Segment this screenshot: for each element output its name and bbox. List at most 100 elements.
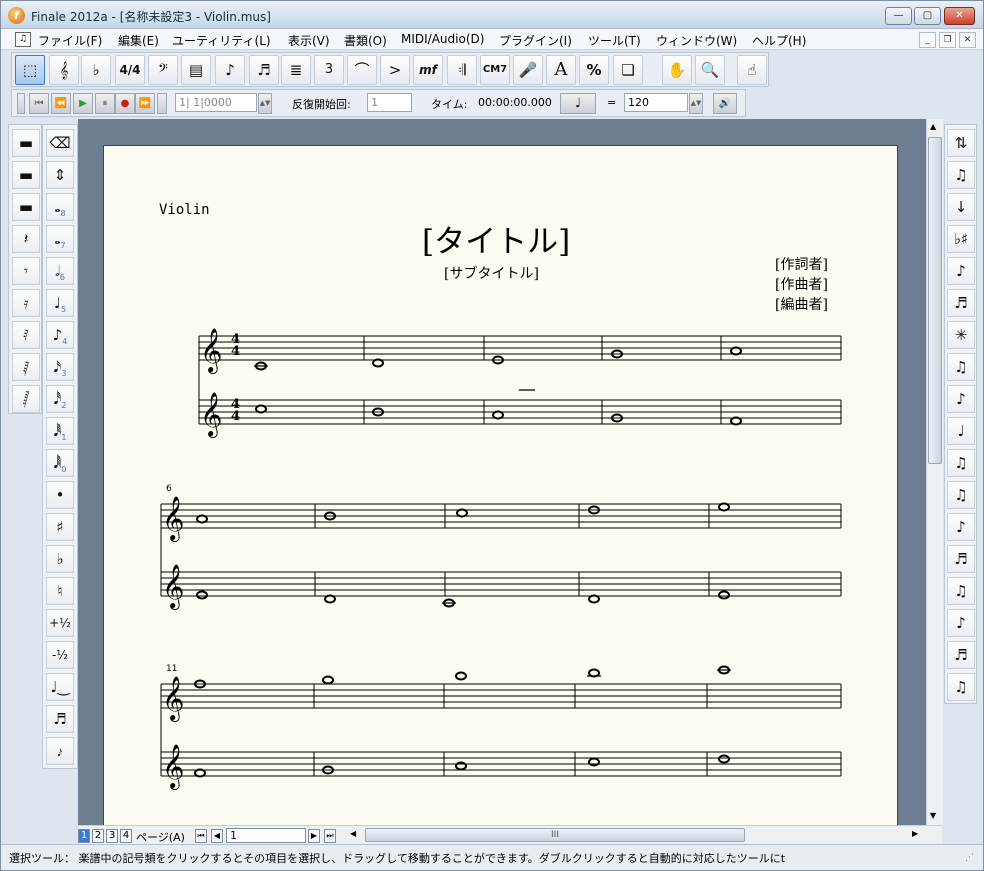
beam-4-icon[interactable]: ♫ [947,577,975,605]
drag-icon[interactable]: ♫ [947,449,975,477]
mdi-restore-button[interactable]: ❐ [939,32,956,48]
position-spinner[interactable]: ▲▼ [258,93,272,114]
play-icon[interactable]: ▶ [73,93,93,114]
menu-document[interactable]: 書類(O) [344,32,387,49]
mdi-minimize-button[interactable]: _ [919,32,936,48]
grace-note-icon[interactable]: ♬ [46,705,74,733]
scroll-down-icon[interactable]: ▼ [930,811,936,820]
menu-plugins[interactable]: プラグイン(I) [499,32,572,49]
128th-note-icon[interactable]: 𝅘𝅥𝅲0 [46,449,74,477]
flat-icon[interactable]: ♭ [46,545,74,573]
eighth-note-icon[interactable]: ♪4 [46,321,74,349]
staff-tool-icon[interactable]: 𝄞 [49,55,79,85]
position-field[interactable]: 1| 1|0000 [175,93,257,112]
scroll-left-icon[interactable]: ◀ [350,829,356,838]
page-2-button[interactable]: 2 [92,829,104,843]
score-page[interactable]: Violin [タイトル] [サブタイトル] [作詞者] [作曲者] [編曲者]… [103,145,898,825]
vertical-scrollbar[interactable]: ▲ ▼ [926,119,943,825]
menu-tools[interactable]: ツール(T) [588,32,641,49]
page-4-button[interactable]: 4 [120,829,132,843]
dot-icon[interactable]: • [46,481,74,509]
beam-extend-icon[interactable]: ♬ [947,289,975,317]
eighth-rest-icon[interactable]: 𝄾 [12,257,40,285]
grace-slash-icon[interactable]: 𝆔 [46,737,74,765]
mass-edit-tool-icon[interactable]: ☝ [737,55,767,85]
clef-tool-icon[interactable]: 𝄢 [148,55,178,85]
menu-help[interactable]: ヘルプ(H) [752,32,806,49]
beam-3-icon[interactable]: ♬ [947,545,975,573]
feather-icon[interactable]: ♫ [947,353,975,381]
sixteenth-note-icon[interactable]: 𝅘𝅥𝅯3 [46,353,74,381]
scroll-up-icon[interactable]: ▲ [930,122,936,131]
layer-tool-icon[interactable]: ≣ [281,55,311,85]
tie-palette-icon[interactable]: ♩ [947,417,975,445]
forward-end-icon[interactable] [157,93,167,114]
enharmonic-icon[interactable]: ♭♯ [947,225,975,253]
cross-staff-icon[interactable]: ↓ [947,193,975,221]
speaker-icon[interactable]: 🔊 [713,93,737,114]
page-input[interactable]: 1 [226,828,306,843]
flatten-beam-icon[interactable]: ✳ [947,321,975,349]
menu-midi-audio[interactable]: MIDI/Audio(D) [401,32,484,46]
selection-tool-icon[interactable]: ⬚ [15,55,45,85]
horizontal-scroll-thumb[interactable]: III [365,828,745,842]
whole-rest-2-icon[interactable]: ▬ [12,193,40,221]
cue-icon[interactable]: ♪ [947,385,975,413]
vertical-scroll-thumb[interactable] [928,137,942,464]
quarter-rest-icon[interactable]: 𝄽 [12,225,40,253]
whole-note-icon[interactable]: 𝅝8 [46,193,74,221]
32nd-note-icon[interactable]: 𝅘𝅥𝅰2 [46,385,74,413]
fast-forward-icon[interactable]: ⏩ [135,93,155,114]
hand-grabber-tool-icon[interactable]: ✋ [662,55,692,85]
tie-icon[interactable]: ♩‿ [46,673,74,701]
repeat-tool-icon[interactable]: 𝄇 [447,55,477,85]
articulation-tool-icon[interactable]: > [380,55,410,85]
menu-edit[interactable]: 編集(E) [118,32,159,49]
pause-icon[interactable]: ⏸ [95,93,115,114]
zoom-tool-icon[interactable]: 🔍 [695,55,725,85]
plus-half-icon[interactable]: +½ [46,609,74,637]
eraser-icon[interactable]: ⌫ [46,129,74,157]
beam-7-icon[interactable]: ♫ [947,673,975,701]
menu-utilities[interactable]: ユーティリティ(L) [172,32,271,49]
title-bar[interactable]: f Finale 2012a - [名称未設定3 - Violin.mus] —… [1,1,983,29]
half-note-icon[interactable]: 𝅗𝅥6 [46,257,74,285]
beam-1-icon[interactable]: ♫ [947,481,975,509]
resize-tool-icon[interactable]: % [579,55,609,85]
next-page-icon[interactable]: ▶ [308,829,320,843]
expression-tool-icon[interactable]: mf [413,55,443,85]
repeat-start-select[interactable]: 1 [367,93,412,112]
128th-rest-icon[interactable]: 𝅂 [12,385,40,413]
64th-rest-icon[interactable]: 𝅁 [12,353,40,381]
sharp-icon[interactable]: ♯ [46,513,74,541]
maximize-button[interactable]: ▢ [914,7,941,25]
tempo-spinner[interactable]: ▲▼ [689,93,703,114]
rewind-start-icon[interactable]: ⏮ [29,93,49,114]
tuplet-tool-icon[interactable]: 3 [314,55,344,85]
resize-grip-icon[interactable]: ⋰ [965,853,979,867]
key-signature-tool-icon[interactable]: ♭ [81,55,111,85]
beam-5-icon[interactable]: ♪ [947,609,975,637]
close-button[interactable]: ✕ [944,7,975,25]
beam-2-icon[interactable]: ♪ [947,513,975,541]
menu-view[interactable]: 表示(V) [288,32,330,49]
tempo-note-button[interactable]: ♩ [560,93,596,114]
lyrics-tool-icon[interactable]: 🎤 [513,55,543,85]
time-signature-tool-icon[interactable]: 4/4 [115,55,145,85]
speedy-entry-tool-icon[interactable]: ♬ [249,55,279,85]
mdi-close-button[interactable]: ✕ [959,32,976,48]
score-canvas[interactable]: Violin [タイトル] [サブタイトル] [作詞者] [作曲者] [編曲者]… [78,119,926,825]
record-icon[interactable]: ● [115,93,135,114]
simple-entry-tool-icon[interactable]: ♪ [215,55,245,85]
menu-window[interactable]: ウィンドウ(W) [656,32,737,49]
beam-break-icon[interactable]: ♫ [947,161,975,189]
document-menu-icon[interactable]: ♫ [15,32,31,47]
half-step-icon[interactable]: ⇕ [46,161,74,189]
whole-rest-icon[interactable]: ▬ [12,129,40,157]
smart-shape-tool-icon[interactable]: ⌒ [347,55,377,85]
64th-note-icon[interactable]: 𝅘𝅥𝅱1 [46,417,74,445]
32nd-rest-icon[interactable]: 𝅀 [12,321,40,349]
whole-note-2-icon[interactable]: 𝅝7 [46,225,74,253]
quarter-note-icon[interactable]: ♩5 [46,289,74,317]
rewind-icon[interactable]: ⏪ [51,93,71,114]
